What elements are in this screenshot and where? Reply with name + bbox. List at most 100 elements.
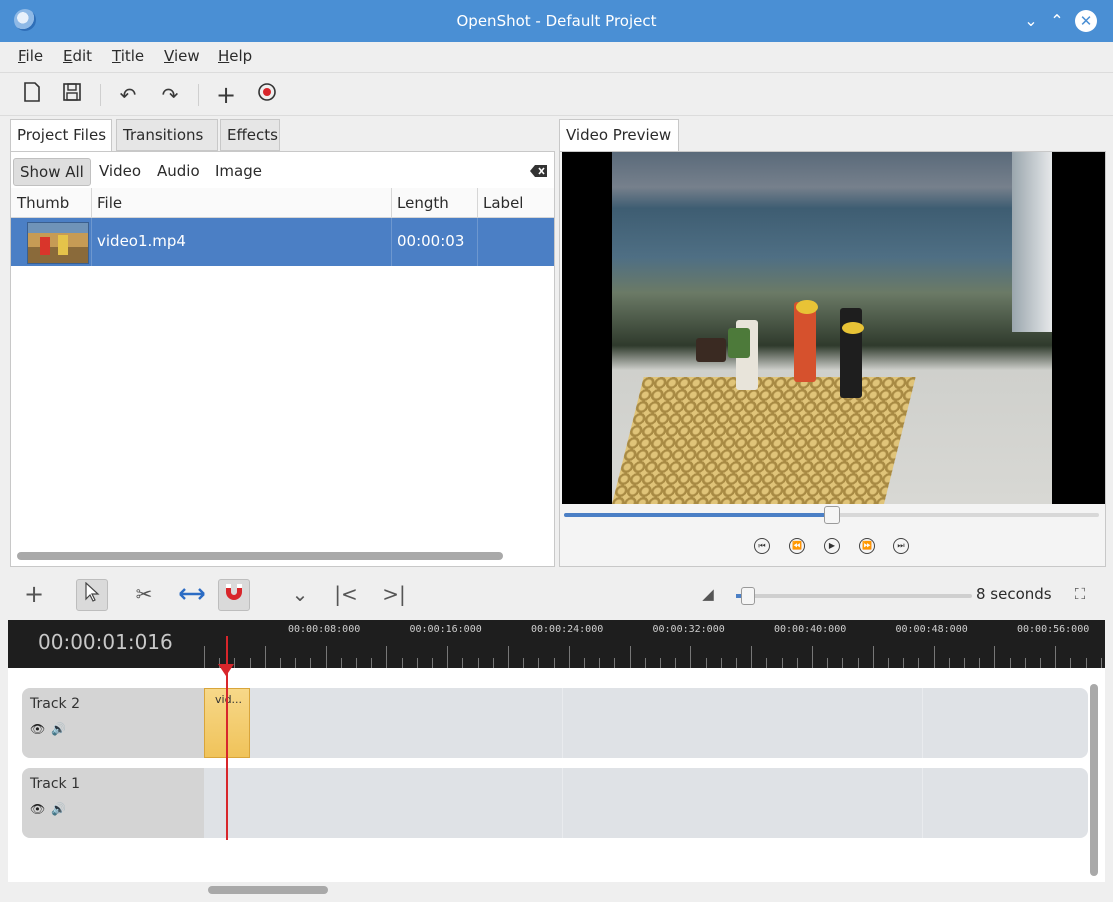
- zoom-handle[interactable]: [741, 587, 756, 605]
- ruler-tick: [629, 646, 631, 668]
- seek-handle[interactable]: [823, 506, 840, 524]
- add-track-icon[interactable]: +: [18, 579, 50, 611]
- ruler-tick: [538, 658, 540, 668]
- previous-marker-icon[interactable]: |<: [330, 579, 362, 611]
- ruler-tick: [918, 658, 920, 668]
- ruler-tick: [1085, 658, 1087, 668]
- ruler-tick: [234, 658, 236, 668]
- rewind-icon[interactable]: ⏪: [789, 538, 805, 554]
- new-file-icon[interactable]: [18, 81, 46, 109]
- redo-icon[interactable]: ↷: [156, 81, 184, 109]
- filter-audio[interactable]: Audio: [151, 158, 206, 186]
- track-1[interactable]: Track 1 👁 🔊: [22, 768, 1088, 838]
- close-icon[interactable]: ✕: [1075, 10, 1097, 32]
- ruler-tick: [948, 658, 950, 668]
- timeline-horizontal-scrollbar[interactable]: [208, 886, 328, 894]
- ruler-tick: [523, 658, 525, 668]
- eye-icon[interactable]: 👁: [30, 722, 45, 736]
- ruler-tick: [432, 658, 433, 668]
- fullscreen-timeline-icon[interactable]: ⛶: [1064, 579, 1096, 611]
- menu-help[interactable]: Help: [218, 47, 252, 65]
- column-thumb[interactable]: Thumb: [17, 194, 69, 212]
- zoom-label: 8 seconds: [976, 585, 1052, 603]
- ruler-tick: [736, 658, 737, 668]
- ruler-tick: [842, 658, 844, 668]
- export-video-icon[interactable]: [253, 81, 281, 109]
- playhead-line[interactable]: [226, 636, 228, 840]
- ruler-tick: [447, 646, 449, 668]
- vertical-scrollbar[interactable]: [1090, 684, 1098, 876]
- ruler-tick-label: 00:00:24:000: [531, 624, 604, 635]
- track-name: Track 1: [30, 776, 80, 792]
- project-files-panel: Show All Video Audio Image Thumb File Le…: [10, 151, 555, 567]
- undo-icon[interactable]: ↶: [114, 81, 142, 109]
- timeline-ruler[interactable]: 00:00:01:016 00:00:08:000 00:00:16:000 00:…: [8, 620, 1105, 668]
- jump-start-icon[interactable]: ⏮: [754, 538, 770, 554]
- minimize-icon[interactable]: ⌄: [1020, 10, 1042, 32]
- menu-title[interactable]: Title: [112, 47, 144, 65]
- ruler-tick: [340, 658, 342, 668]
- jump-end-icon[interactable]: ⏭: [893, 538, 909, 554]
- track-2[interactable]: Track 2 👁 🔊: [22, 688, 1088, 758]
- add-marker-icon[interactable]: ⌄: [284, 579, 316, 611]
- play-icon[interactable]: ▶: [824, 538, 840, 554]
- toolbar-divider: [198, 84, 199, 106]
- import-files-icon[interactable]: +: [212, 81, 240, 109]
- video-preview-panel: ⏮ ⏪ ▶ ⏩ ⏭: [559, 151, 1106, 567]
- tab-transitions[interactable]: Transitions: [116, 119, 218, 151]
- tab-effects[interactable]: Effects: [220, 119, 280, 151]
- menu-file[interactable]: File: [18, 47, 43, 65]
- speaker-icon[interactable]: 🔊: [51, 802, 66, 816]
- tab-video-preview[interactable]: Video Preview: [559, 119, 679, 152]
- ruler-tick-label: 00:00:48:000: [895, 624, 968, 635]
- ruler-tick: [356, 658, 357, 668]
- eye-icon[interactable]: 👁: [30, 802, 45, 816]
- file-list-header: Thumb File Length Label: [11, 188, 554, 218]
- ruler-tick: [386, 646, 388, 668]
- column-length[interactable]: Length: [397, 194, 449, 212]
- center-timeline-icon[interactable]: ◢: [692, 579, 724, 611]
- ruler-tick: [933, 646, 935, 668]
- tab-project-files[interactable]: Project Files: [10, 119, 112, 152]
- ruler-tick: [1040, 658, 1041, 668]
- ruler-tick: [477, 658, 479, 668]
- ruler-tick: [781, 658, 783, 668]
- next-marker-icon[interactable]: >|: [378, 579, 410, 611]
- ruler-tick: [964, 658, 965, 668]
- current-time-display: 00:00:01:016: [38, 630, 173, 654]
- main-toolbar: ↶ ↷ +: [0, 72, 1113, 116]
- video-thumbnail: [27, 222, 89, 264]
- ruler-tick-label: 00:00:40:000: [774, 624, 847, 635]
- fast-forward-icon[interactable]: ⏩: [859, 538, 875, 554]
- razor-tool-icon[interactable]: ✂: [128, 579, 160, 611]
- ruler-tick: [401, 658, 403, 668]
- ruler-tick: [1009, 658, 1011, 668]
- clear-filter-icon[interactable]: [530, 164, 548, 178]
- preview-seek-bar[interactable]: [564, 506, 1099, 524]
- save-icon[interactable]: [58, 81, 86, 109]
- speaker-icon[interactable]: 🔊: [51, 722, 66, 736]
- ruler-tick: [371, 658, 373, 668]
- filter-show-all[interactable]: Show All: [13, 158, 91, 186]
- maximize-icon[interactable]: ⌃: [1046, 10, 1068, 32]
- file-row[interactable]: video1.mp4 00:00:03: [11, 218, 554, 266]
- menu-view[interactable]: View: [164, 47, 200, 65]
- magnet-snap-icon[interactable]: [218, 579, 250, 611]
- horizontal-scrollbar[interactable]: [17, 552, 503, 560]
- ruler-tick: [994, 646, 996, 668]
- filter-image[interactable]: Image: [209, 158, 268, 186]
- column-file[interactable]: File: [97, 194, 122, 212]
- zoom-slider[interactable]: [736, 587, 972, 605]
- menu-edit[interactable]: Edit: [63, 47, 92, 65]
- ruler-tick: [827, 658, 829, 668]
- ruler-tick: [888, 658, 889, 668]
- selection-tool-icon[interactable]: [76, 579, 108, 611]
- snapping-arrows-icon[interactable]: [176, 579, 208, 611]
- ruler-tick-label: 00:00:08:000: [288, 624, 361, 635]
- ruler-tick: [614, 658, 616, 668]
- ruler-tick-label: 00:00:16:000: [409, 624, 482, 635]
- title-bar: OpenShot - Default Project ⌄ ⌃ ✕: [0, 0, 1113, 42]
- column-label[interactable]: Label: [483, 194, 523, 212]
- ruler-tick: [584, 658, 585, 668]
- filter-video[interactable]: Video: [93, 158, 147, 186]
